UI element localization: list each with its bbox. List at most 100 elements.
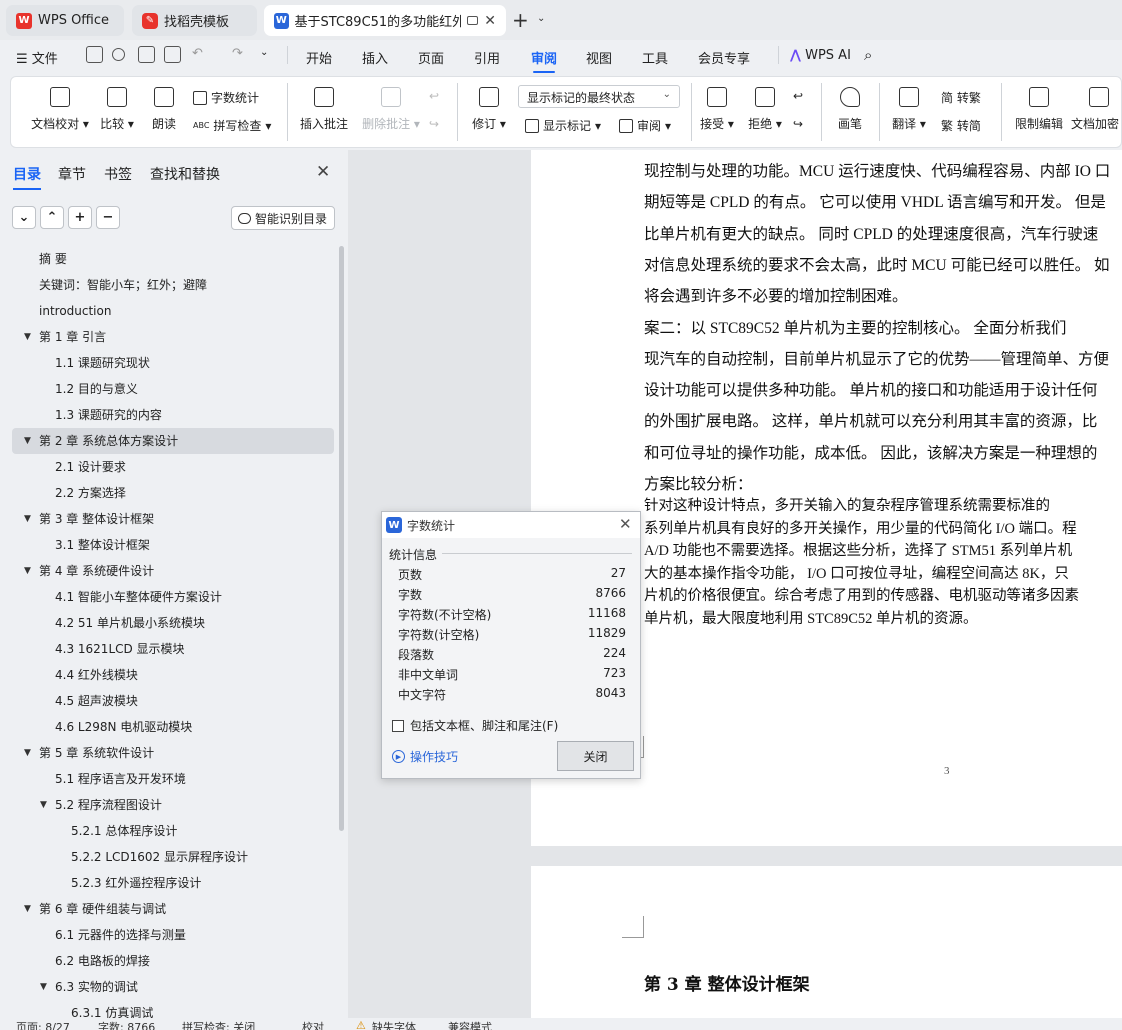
prev-comment-icon[interactable]: ↩ [429,89,439,103]
toc-item[interactable]: 摘 要 [12,246,334,272]
track-changes-button[interactable]: 修订 ▾ [469,87,509,132]
wps-ai-button[interactable]: ⋀ WPS AI [790,48,851,63]
toc-item[interactable]: 关键词：智能小车；红外；避障 [12,272,334,298]
share-icon[interactable] [112,48,125,61]
next-comment-icon[interactable]: ↪ [429,117,439,131]
toc-item[interactable]: 4.4 红外线模块 [12,662,334,688]
toc-item[interactable]: 6.1 元器件的选择与测量 [12,922,334,948]
status-missing-font[interactable]: 缺失字体 [372,1019,416,1030]
toc-item[interactable]: ▼ 第 2 章 系统总体方案设计 [12,428,334,454]
reject-button[interactable]: 拒绝 ▾ [747,87,783,132]
toc-item[interactable]: ▼ 6.3 实物的调试 [12,974,334,1000]
expand-arrow-icon[interactable]: ▼ [24,324,31,350]
tab-find-replace[interactable]: 查找和替换 [150,164,220,184]
toc-item[interactable]: 1.1 课题研究现状 [12,350,334,376]
toc-item[interactable]: 1.3 课题研究的内容 [12,402,334,428]
to-simplified-button[interactable]: 繁 转简 [941,117,981,134]
undo-icon[interactable]: ↶ [192,46,203,61]
toc-scrollbar[interactable] [339,246,344,831]
menu-insert[interactable]: 插入 [362,48,388,67]
collapse-down-icon[interactable]: ⌄ [12,206,36,229]
toc-item[interactable]: 4.2 51 单片机最小系统模块 [12,610,334,636]
toc-item[interactable]: 5.2.2 LCD1602 显示屏程序设计 [12,844,334,870]
markup-state-select[interactable]: 显示标记的最终状态 ⌄ [518,85,680,108]
encrypt-button[interactable]: 文档加密 [1071,87,1122,132]
show-markup-button[interactable]: 显示标记 ▾ [525,117,601,134]
collapse-up-icon[interactable]: ⌃ [40,206,64,229]
close-tab-icon[interactable]: ✕ [484,13,496,29]
translate-button[interactable]: 翻译 ▾ [889,87,929,132]
toc-item[interactable]: 4.3 1621LCD 显示模块 [12,636,334,662]
tab-document[interactable]: W 基于STC89C51的多功能红外遥 ✕ [264,5,506,36]
toc-item[interactable]: 2.2 方案选择 [12,480,334,506]
status-proof[interactable]: 校对 [302,1019,324,1030]
expand-arrow-icon[interactable]: ▼ [24,896,31,922]
toc-item[interactable]: 6.2 电路板的焊接 [12,948,334,974]
dialog-titlebar[interactable]: W 字数统计 ✕ [382,512,640,538]
file-menu[interactable]: ☰ 文件 [16,48,58,67]
new-tab-icon[interactable]: + [512,10,529,30]
tab-sections[interactable]: 章节 [58,164,86,184]
menu-member[interactable]: 会员专享 [698,48,750,67]
menu-page[interactable]: 页面 [418,48,444,67]
expand-arrow-icon[interactable]: ▼ [24,558,31,584]
toc-item[interactable]: 3.1 整体设计框架 [12,532,334,558]
toc-item[interactable]: ▼ 第 6 章 硬件组装与调试 [12,896,334,922]
search-icon[interactable]: ⌕ [864,46,872,64]
tab-bookmarks[interactable]: 书签 [104,164,132,184]
more-chevron-icon[interactable]: ⌄ [260,47,268,58]
status-words[interactable]: 字数: 8766 [98,1019,155,1030]
expand-arrow-icon[interactable]: ▼ [40,792,47,818]
pen-button[interactable]: 画笔 [833,87,867,132]
toc-item[interactable]: 1.2 目的与意义 [12,376,334,402]
tab-template[interactable]: ✎ 找稻壳模板 [132,5,257,36]
close-icon[interactable]: ✕ [619,515,632,533]
read-aloud-button[interactable]: 朗读 [149,87,179,132]
restrict-edit-button[interactable]: 限制编辑 [1011,87,1067,132]
menu-review[interactable]: 审阅 [531,48,557,73]
toc-item[interactable]: ▼ 5.2 程序流程图设计 [12,792,334,818]
menu-home[interactable]: 开始 [306,48,332,67]
tab-toc[interactable]: 目录 [13,164,41,190]
expand-arrow-icon[interactable]: ▼ [24,428,31,454]
remove-heading-icon[interactable]: − [96,206,120,229]
menu-view[interactable]: 视图 [586,48,612,67]
tips-link[interactable]: ▶ 操作技巧 [392,748,458,765]
close-button[interactable]: 关闭 [557,741,634,771]
add-heading-icon[interactable]: + [68,206,92,229]
status-page[interactable]: 页面: 8/27 [16,1019,70,1030]
toc-item[interactable]: 4.1 智能小车整体硬件方案设计 [12,584,334,610]
compare-button[interactable]: 比较 ▾ [97,87,137,132]
toc-item[interactable]: 4.6 L298N 电机驱动模块 [12,714,334,740]
save-icon[interactable] [86,46,103,63]
toc-item[interactable]: ▼ 第 3 章 整体设计框架 [12,506,334,532]
tab-wps-office[interactable]: W WPS Office [6,5,124,36]
expand-arrow-icon[interactable]: ▼ [24,506,31,532]
print-icon[interactable] [138,46,155,63]
toc-item[interactable]: 5.1 程序语言及开发环境 [12,766,334,792]
close-pane-icon[interactable]: ✕ [316,162,330,182]
delete-comment-button[interactable]: 删除批注 ▾ [359,87,423,132]
review-pane-button[interactable]: 审阅 ▾ [619,117,671,134]
monitor-icon[interactable] [467,16,479,25]
toc-item[interactable]: 5.2.3 红外遥控程序设计 [12,870,334,896]
smart-toc-button[interactable]: 智能识别目录 [231,206,335,230]
status-spell[interactable]: 拼写检查: 关闭 [182,1019,255,1030]
print-preview-icon[interactable] [164,46,181,63]
proofread-button[interactable]: 文档校对 ▾ [29,87,91,132]
insert-comment-button[interactable]: 插入批注 [297,87,351,132]
spell-check-button[interactable]: ABC 拼写检查 ▾ [193,117,271,134]
toc-item[interactable]: introduction [12,298,334,324]
expand-arrow-icon[interactable]: ▼ [40,974,47,1000]
accept-button[interactable]: 接受 ▾ [699,87,735,132]
toc-item[interactable]: 4.5 超声波模块 [12,688,334,714]
toc-item[interactable]: ▼ 第 5 章 系统软件设计 [12,740,334,766]
redo-icon[interactable]: ↷ [232,46,243,61]
next-change-icon[interactable]: ↪ [793,117,803,131]
to-traditional-button[interactable]: 简 转繁 [941,89,981,106]
include-textbox-checkbox[interactable]: 包括文本框、脚注和尾注(F) [392,717,558,734]
menu-reference[interactable]: 引用 [474,48,500,67]
toc-item[interactable]: 2.1 设计要求 [12,454,334,480]
toc-item[interactable]: ▼ 第 4 章 系统硬件设计 [12,558,334,584]
word-count-button[interactable]: 字数统计 [193,89,259,106]
